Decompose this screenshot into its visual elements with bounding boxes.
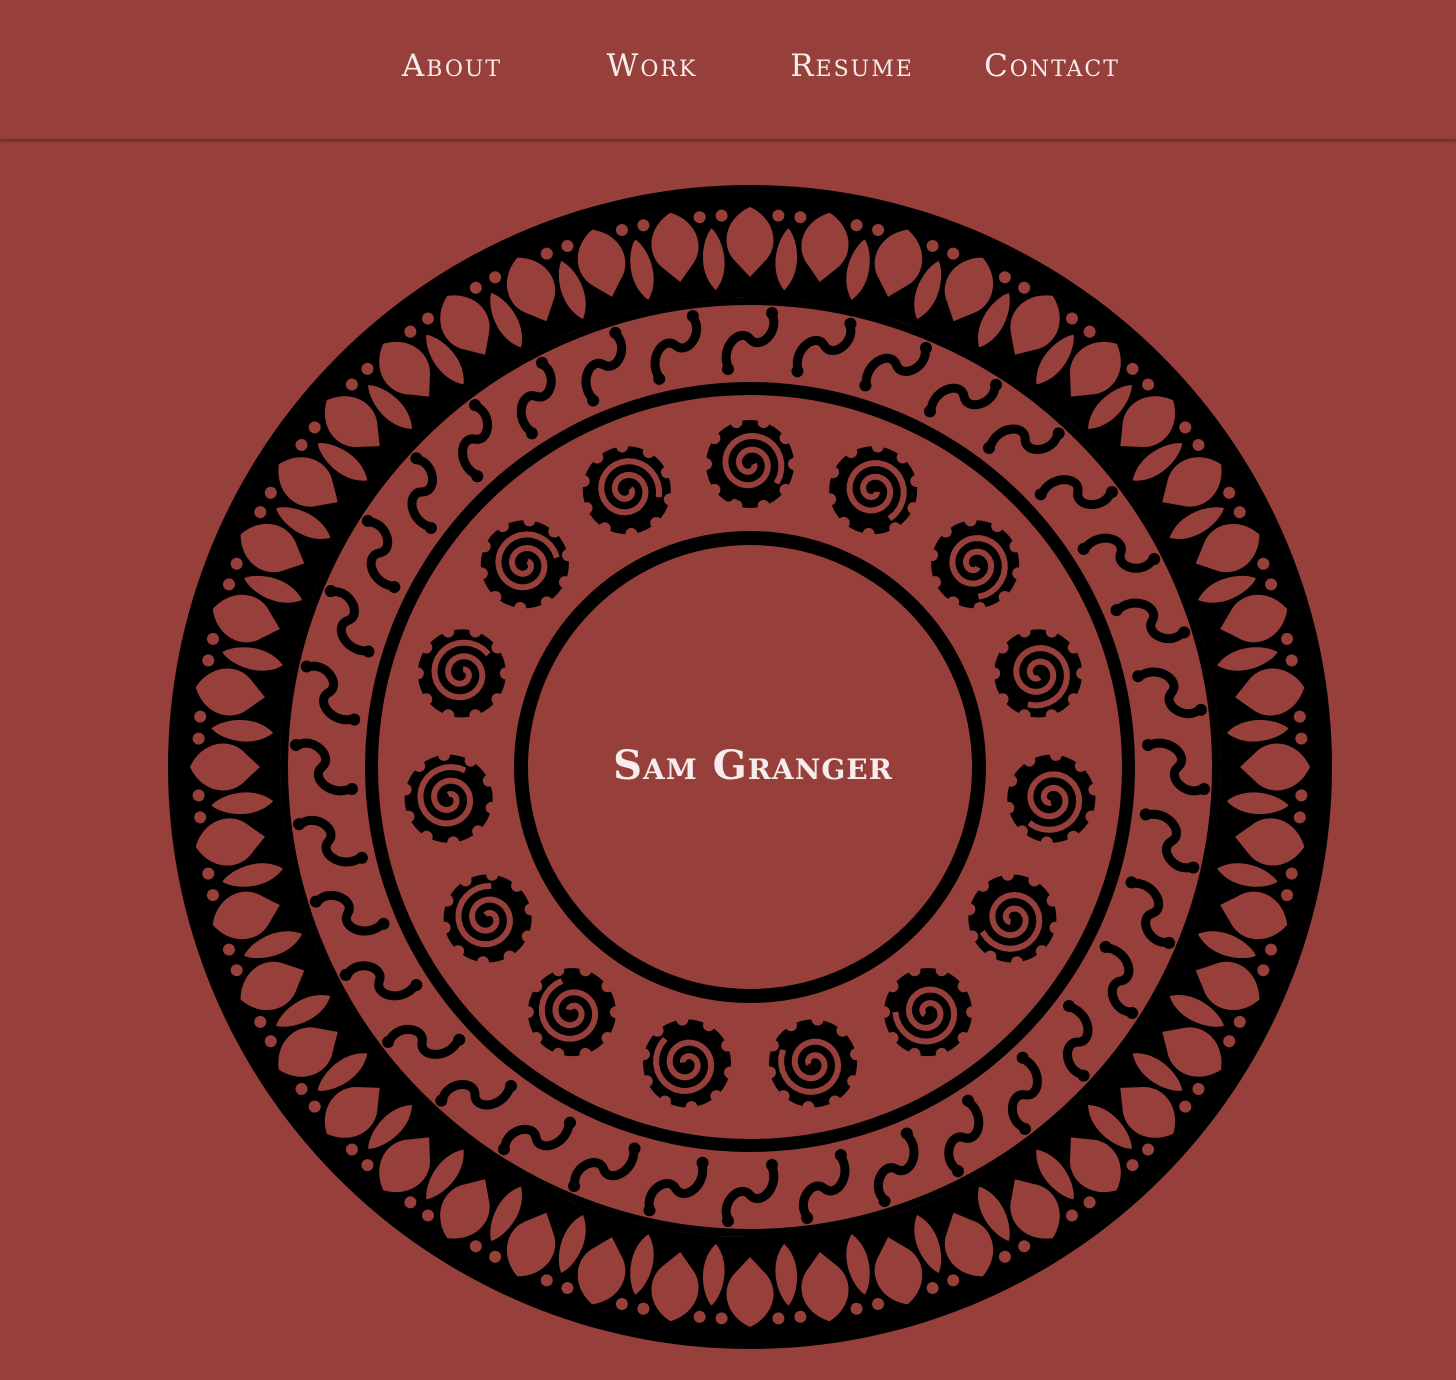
nav-link-resume[interactable]: Resume [752, 48, 952, 84]
nav-link-contact[interactable]: Contact [952, 48, 1152, 84]
nav-link-about[interactable]: About [352, 48, 552, 84]
site-owner-name: Sam Granger [613, 742, 893, 789]
nav-link-work[interactable]: Work [552, 48, 752, 84]
page: About Work Resume Contact Sam Granger [0, 0, 1456, 1380]
top-nav-bar: About Work Resume Contact [0, 0, 1456, 139]
